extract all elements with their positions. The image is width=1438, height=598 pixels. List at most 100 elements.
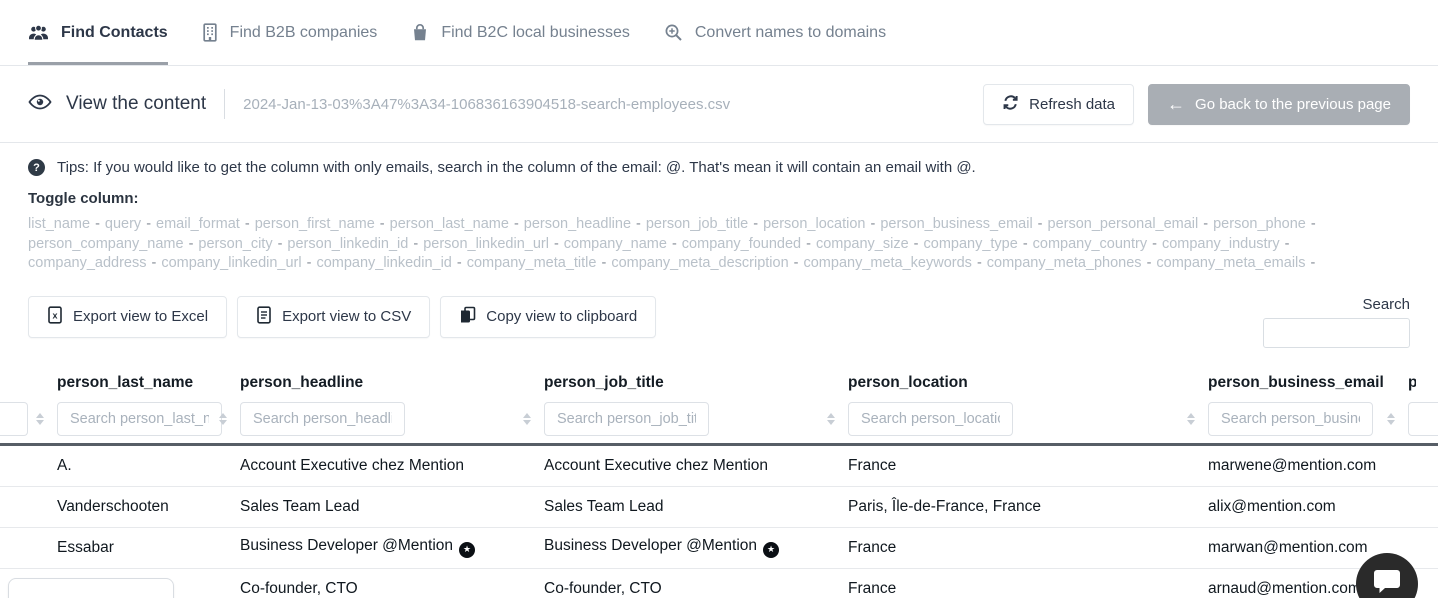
- toggle-column-company_meta_phones[interactable]: company_meta_phones: [987, 255, 1142, 271]
- toggle-column-company_address[interactable]: company_address: [28, 255, 147, 271]
- view-content-bar: View the content 2024-Jan-13-03%3A47%3A3…: [0, 66, 1438, 143]
- tab-label: Convert names to domains: [695, 24, 886, 42]
- cell-person_business_email: alix@mention.com: [1208, 498, 1408, 516]
- question-circle-icon: ?: [28, 159, 45, 176]
- toggle-column-company_type[interactable]: company_type: [924, 236, 1018, 252]
- view-content-actions: Refresh data ← Go back to the previous p…: [983, 84, 1410, 125]
- toggle-separator: -: [278, 236, 283, 252]
- column-search-input-person_location[interactable]: [848, 402, 1013, 436]
- toggle-column-person_first_name[interactable]: person_first_name: [255, 216, 375, 232]
- toggle-column-company_size[interactable]: company_size: [816, 236, 909, 252]
- column-title-person_business_email[interactable]: person_business_email: [1208, 374, 1408, 394]
- sort-caret-icon[interactable]: [523, 413, 531, 425]
- table-row: Co-founder, CTOCo-founder, CTOFrancearna…: [0, 569, 1438, 598]
- toggle-column-company_linkedin_id[interactable]: company_linkedin_id: [316, 255, 451, 271]
- csv-file-icon: [256, 306, 272, 328]
- column-search-input-fragment[interactable]: [0, 402, 28, 436]
- tab-find-b2c-local-businesses[interactable]: Find B2C local businesses: [411, 0, 630, 65]
- toggle-column-person_linkedin_id[interactable]: person_linkedin_id: [287, 236, 408, 252]
- table-row: EssabarBusiness Developer @Mention★Busin…: [0, 528, 1438, 569]
- sort-caret-icon[interactable]: [219, 413, 227, 425]
- toggle-column-list_name[interactable]: list_name: [28, 216, 90, 232]
- export-csv-button[interactable]: Export view to CSV: [237, 296, 430, 338]
- column-search-input-person_personal_email[interactable]: [1408, 402, 1438, 436]
- toggle-column-query[interactable]: query: [105, 216, 141, 232]
- toggle-separator: -: [1311, 255, 1316, 271]
- go-back-label: Go back to the previous page: [1195, 96, 1391, 113]
- tab-find-b2b-companies[interactable]: Find B2B companies: [202, 0, 378, 65]
- toggle-column-label: Toggle column:: [0, 176, 1438, 207]
- toggle-column-person_business_email[interactable]: person_business_email: [880, 216, 1032, 232]
- tab-label: Find Contacts: [61, 24, 168, 42]
- copy-clipboard-button[interactable]: Copy view to clipboard: [440, 296, 656, 338]
- toggle-column-list: list_name-query-email_format-person_firs…: [0, 207, 1438, 274]
- cell-person_last_name: Essabar: [57, 539, 240, 557]
- column-title-person_location[interactable]: person_location: [848, 374, 1208, 394]
- cell-person_location: France: [848, 580, 1208, 598]
- toggle-column-company_name[interactable]: company_name: [564, 236, 667, 252]
- tab-label: Find B2C local businesses: [441, 24, 630, 42]
- toggle-column-company_founded[interactable]: company_founded: [682, 236, 801, 252]
- search-label: Search: [1362, 296, 1410, 313]
- table-header: person_last_nameperson_headlineperson_jo…: [0, 374, 1438, 436]
- column-search-input-person_job_title[interactable]: [544, 402, 709, 436]
- toggle-column-company_linkedin_url[interactable]: company_linkedin_url: [161, 255, 301, 271]
- toggle-column-person_personal_email[interactable]: person_personal_email: [1048, 216, 1199, 232]
- column-partial-right: person_personal_email: [1408, 374, 1438, 436]
- column-title-person_headline[interactable]: person_headline: [240, 374, 544, 394]
- table-row: A.Account Executive chez MentionAccount …: [0, 446, 1438, 487]
- toggle-column-person_headline[interactable]: person_headline: [524, 216, 631, 232]
- cell-person_headline: Account Executive chez Mention: [240, 457, 544, 475]
- page-title: View the content: [66, 93, 206, 115]
- toggle-column-company_meta_emails[interactable]: company_meta_emails: [1156, 255, 1305, 271]
- tab-convert-names-to-domains[interactable]: Convert names to domains: [664, 0, 886, 65]
- toggle-separator: -: [152, 255, 157, 271]
- refresh-data-button[interactable]: Refresh data: [983, 84, 1134, 125]
- copy-icon: [459, 306, 476, 328]
- toggle-column-person_city[interactable]: person_city: [198, 236, 272, 252]
- export-excel-button[interactable]: x Export view to Excel: [28, 296, 227, 338]
- toggle-column-email_format[interactable]: email_format: [156, 216, 240, 232]
- toggle-separator: -: [413, 236, 418, 252]
- toggle-column-company_industry[interactable]: company_industry: [1162, 236, 1280, 252]
- sort-caret-icon[interactable]: [36, 413, 44, 425]
- refresh-icon: [1002, 94, 1019, 115]
- sort-caret-icon[interactable]: [1187, 413, 1195, 425]
- cell-person_job_title: Co-founder, CTO: [544, 580, 848, 598]
- toggle-separator: -: [870, 216, 875, 232]
- export-group: x Export view to Excel Export view to CS…: [28, 296, 656, 338]
- column-search-input-person_business_email[interactable]: [1208, 402, 1373, 436]
- cell-person_job_title: Account Executive chez Mention: [544, 457, 848, 475]
- export-csv-label: Export view to CSV: [282, 308, 411, 325]
- toggle-column-company_meta_description[interactable]: company_meta_description: [611, 255, 788, 271]
- sort-caret-icon[interactable]: [1387, 413, 1395, 425]
- column-title-person_job_title[interactable]: person_job_title: [544, 374, 848, 394]
- global-search-input[interactable]: [1263, 318, 1410, 348]
- toggle-column-person_job_title[interactable]: person_job_title: [646, 216, 748, 232]
- toggle-separator: -: [554, 236, 559, 252]
- toggle-separator: -: [189, 236, 194, 252]
- bottom-left-partial-input[interactable]: [8, 578, 174, 598]
- column-title-person_personal_email[interactable]: person_personal_email: [1408, 374, 1416, 394]
- toggle-column-person_phone[interactable]: person_phone: [1213, 216, 1306, 232]
- toggle-column-company_meta_title[interactable]: company_meta_title: [467, 255, 597, 271]
- tab-find-contacts[interactable]: Find Contacts: [28, 0, 168, 65]
- toggle-column-person_linkedin_url[interactable]: person_linkedin_url: [423, 236, 549, 252]
- toggle-column-person_company_name[interactable]: person_company_name: [28, 236, 184, 252]
- toggle-column-person_location[interactable]: person_location: [763, 216, 865, 232]
- toggle-column-company_country[interactable]: company_country: [1033, 236, 1147, 252]
- column-search-input-person_last_name[interactable]: [57, 402, 222, 436]
- table-row: VanderschootenSales Team LeadSales Team …: [0, 487, 1438, 528]
- toggle-separator: -: [1285, 236, 1290, 252]
- sort-caret-icon[interactable]: [827, 413, 835, 425]
- column-title-person_last_name[interactable]: person_last_name: [57, 374, 240, 394]
- toggle-separator: -: [146, 216, 151, 232]
- toggle-column-person_last_name[interactable]: person_last_name: [390, 216, 509, 232]
- go-back-button[interactable]: ← Go back to the previous page: [1148, 84, 1410, 125]
- toggle-column-company_meta_keywords[interactable]: company_meta_keywords: [803, 255, 971, 271]
- cell-person_job_title: Business Developer @Mention★: [544, 537, 848, 558]
- column-search-input-person_headline[interactable]: [240, 402, 405, 436]
- star-circle-icon: ★: [459, 542, 475, 558]
- toggle-separator: -: [672, 236, 677, 252]
- toggle-separator: -: [794, 255, 799, 271]
